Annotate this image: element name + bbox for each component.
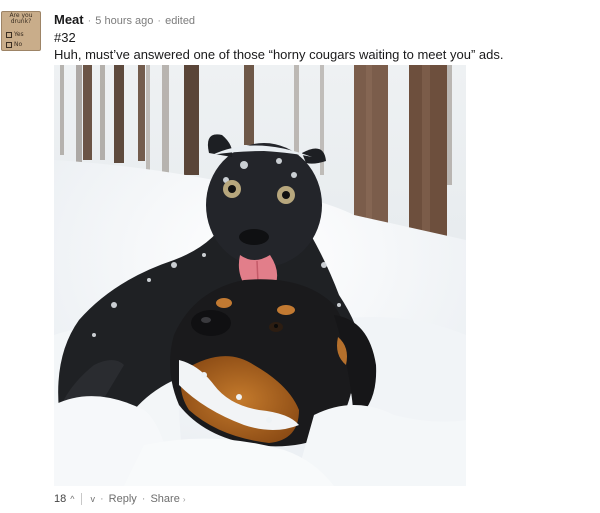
separator-dot: · [157,15,162,27]
upvote-icon[interactable]: ^ [70,494,74,504]
comment-header: Meat · 5 hours ago · edited [54,12,195,28]
reply-button[interactable]: Reply [109,493,137,505]
checkbox-icon [6,31,12,38]
vote-score: 18 [54,493,67,505]
share-button[interactable]: Share [150,493,179,505]
avatar-option-no: No [6,41,22,48]
edited-label: edited [165,15,196,27]
separator-dot: · [99,493,104,505]
separator-dot: · [87,15,92,27]
avatar-question: Are you drunk? [9,12,33,25]
checkbox-icon [6,41,12,48]
downvote-icon[interactable]: v [90,494,95,504]
user-avatar[interactable]: Are you drunk? Yes No [1,11,41,51]
comment-actions: 18 ^ v · Reply · Share › [54,492,185,506]
vote-divider [81,493,83,505]
avatar-option-yes: Yes [6,31,24,38]
comment-number: #32 [54,30,76,45]
comment-photo[interactable] [54,65,466,486]
comment-text: Huh, must’ve answered one of those “horn… [54,47,504,62]
chevron-right-icon: › [182,494,186,504]
comment-author[interactable]: Meat [54,12,84,27]
separator-dot: · [141,493,146,505]
comment-timestamp[interactable]: 5 hours ago [95,15,153,27]
